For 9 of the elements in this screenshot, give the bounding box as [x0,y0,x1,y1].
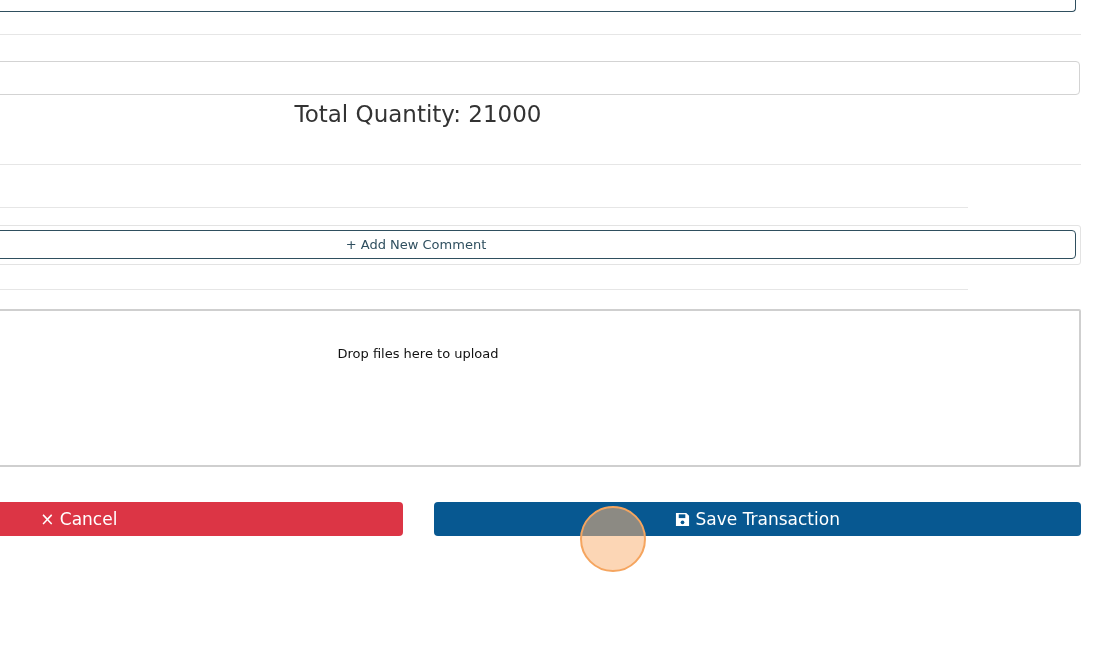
dropzone-message: Drop files here to upload [337,346,499,361]
total-quantity: Total Quantity: 21000 [294,101,542,127]
quantity-field[interactable] [0,61,1080,95]
file-dropzone[interactable]: Drop files here to upload [0,309,1081,467]
save-icon [674,511,690,527]
comment-button-edge[interactable] [0,0,1076,12]
cancel-button[interactable]: × Cancel [0,502,403,536]
save-transaction-button[interactable]: Save Transaction [433,502,1081,536]
add-comment-button[interactable]: + Add New Comment [0,230,1076,259]
